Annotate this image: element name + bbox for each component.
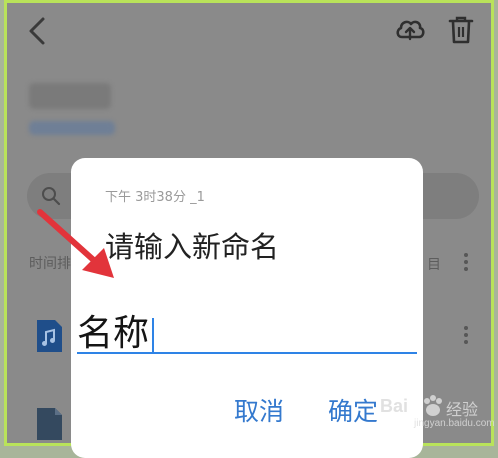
text-caret bbox=[152, 318, 155, 352]
watermark-url: jingyan.baidu.com bbox=[414, 418, 495, 429]
top-bar bbox=[7, 3, 491, 61]
document-file-icon bbox=[37, 408, 62, 440]
more-vertical-icon[interactable] bbox=[463, 326, 469, 348]
back-button[interactable] bbox=[21, 13, 57, 49]
rename-input[interactable]: 名称 bbox=[77, 302, 417, 354]
cancel-button[interactable]: 取消 bbox=[234, 392, 284, 428]
rename-input-text[interactable]: 名称 bbox=[77, 313, 149, 354]
red-arrow-annotation bbox=[37, 209, 114, 278]
cloud-upload-button[interactable] bbox=[393, 13, 427, 47]
baidu-watermark: Bai 经验 jingyan.baidu.com bbox=[380, 394, 498, 436]
cloud-upload-icon bbox=[396, 20, 425, 41]
watermark-cn-label: 经验 bbox=[446, 400, 479, 419]
view-mode-glyph[interactable]: 目 bbox=[427, 254, 441, 274]
folder-title-blurred bbox=[29, 83, 111, 109]
paw-logo-icon bbox=[424, 395, 442, 416]
more-vertical-icon[interactable] bbox=[463, 253, 469, 275]
delete-button[interactable] bbox=[444, 13, 478, 47]
chevron-left-icon bbox=[29, 17, 45, 45]
dialog-title: 请输入新命名 bbox=[105, 230, 280, 264]
confirm-button[interactable]: 确定 bbox=[328, 392, 378, 428]
folder-subtitle-blurred bbox=[29, 121, 115, 135]
watermark-brand: Bai bbox=[380, 396, 409, 416]
music-file-icon bbox=[37, 320, 62, 352]
rename-input-value[interactable]: 名称 bbox=[77, 304, 155, 356]
trash-icon bbox=[448, 16, 474, 44]
